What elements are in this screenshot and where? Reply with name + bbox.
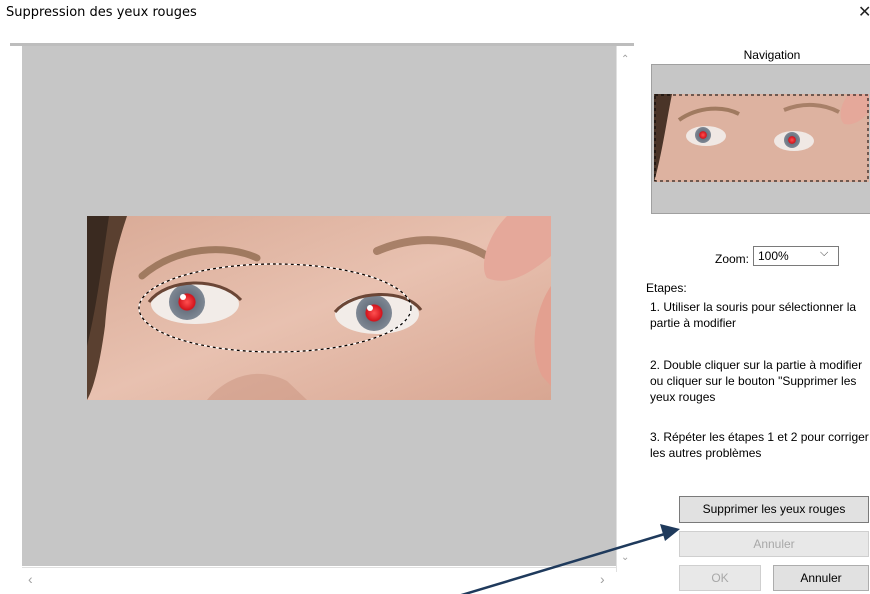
step-1: 1. Utiliser la souris pour sélectionner … [650, 300, 857, 330]
horizontal-scrollbar[interactable]: ‹ › [22, 567, 616, 588]
steps-heading: Etapes: [646, 281, 687, 295]
vertical-scrollbar[interactable]: ⌃ ⌄ [616, 46, 635, 572]
remove-red-eye-button[interactable]: Supprimer les yeux rouges [679, 496, 869, 523]
chevron-down-icon[interactable]: ⌄ [621, 552, 629, 563]
ok-button[interactable]: OK [679, 565, 761, 591]
chevron-up-icon[interactable]: ⌃ [621, 54, 629, 65]
zoom-select[interactable]: 100% ⌵ [753, 246, 839, 266]
chevron-right-icon[interactable]: › [600, 571, 605, 587]
photo-preview[interactable] [87, 216, 551, 400]
cancel-button[interactable]: Annuler [773, 565, 869, 591]
chevron-left-icon[interactable]: ‹ [28, 571, 33, 587]
close-icon[interactable]: ✕ [858, 2, 870, 22]
window-title: Suppression des yeux rouges [6, 5, 197, 20]
navigation-thumbnail[interactable] [654, 94, 869, 182]
zoom-label: Zoom: [715, 252, 750, 266]
zoom-value: 100% [758, 249, 789, 263]
navigation-title: Navigation [743, 48, 801, 62]
step-3: 3. Répéter les étapes 1 et 2 pour corrig… [650, 430, 869, 460]
undo-button[interactable]: Annuler [679, 531, 869, 557]
step-2: 2. Double cliquer sur la partie à modifi… [650, 358, 863, 404]
chevron-down-icon: ⌵ [820, 247, 829, 259]
canvas-frame-left [10, 46, 22, 587]
